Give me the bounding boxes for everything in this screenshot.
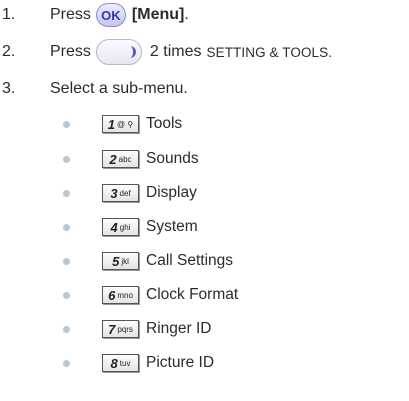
step-text: Select a sub-menu. — [50, 80, 188, 97]
bullet-icon — [63, 257, 70, 265]
submenu-label: Sounds — [146, 150, 199, 167]
bullet-icon — [63, 359, 70, 367]
submenu-label: Tools — [146, 115, 183, 132]
step-number: 3. — [2, 80, 16, 97]
keypad-2-icon: 2 abc — [102, 150, 139, 168]
submenu-label: Display — [146, 184, 197, 201]
keypad-5-icon: 5 jkl — [102, 252, 139, 270]
keypad-6-icon: 6 mno — [102, 286, 139, 304]
keypad-1-icon: 1 @ ⚲ — [102, 115, 139, 133]
ok-key-icon: OK — [95, 3, 126, 27]
step-number: 2. — [2, 43, 16, 60]
bullet-icon — [63, 120, 70, 128]
step-text: Press OK [Menu] . — [50, 3, 189, 27]
submenu-label: Call Settings — [146, 252, 234, 269]
bullet-icon — [63, 291, 70, 299]
menu-label: [Menu] — [131, 6, 185, 23]
instruction-document: 1. Press OK [Menu] . 2. Press 2 times SE… — [0, 0, 409, 401]
submenu-label: Picture ID — [146, 354, 215, 371]
submenu-label: Ringer ID — [146, 320, 212, 337]
nav-right-key-icon — [95, 39, 142, 65]
keypad-7-icon: 7 pqrs — [102, 320, 139, 338]
step-period: . — [184, 6, 189, 23]
bullet-icon — [63, 189, 70, 197]
bullet-icon — [63, 155, 70, 163]
step-press-text: Press — [50, 43, 91, 60]
bullet-icon — [63, 223, 70, 231]
submenu-label: System — [146, 218, 198, 235]
step-text: Press 2 times SETTING & TOOLS. — [50, 39, 332, 65]
keypad-3-icon: 3 def — [102, 184, 139, 202]
submenu-label: Clock Format — [146, 286, 239, 303]
step-number: 1. — [2, 6, 16, 23]
settings-tools-label: SETTING & TOOLS. — [206, 44, 333, 60]
step-times-text: 2 times — [149, 43, 202, 60]
bullet-icon — [63, 325, 70, 333]
step-press-text: Press — [50, 6, 91, 23]
keypad-4-icon: 4 ghi — [102, 218, 139, 236]
keypad-8-icon: 8 tuv — [102, 354, 139, 372]
